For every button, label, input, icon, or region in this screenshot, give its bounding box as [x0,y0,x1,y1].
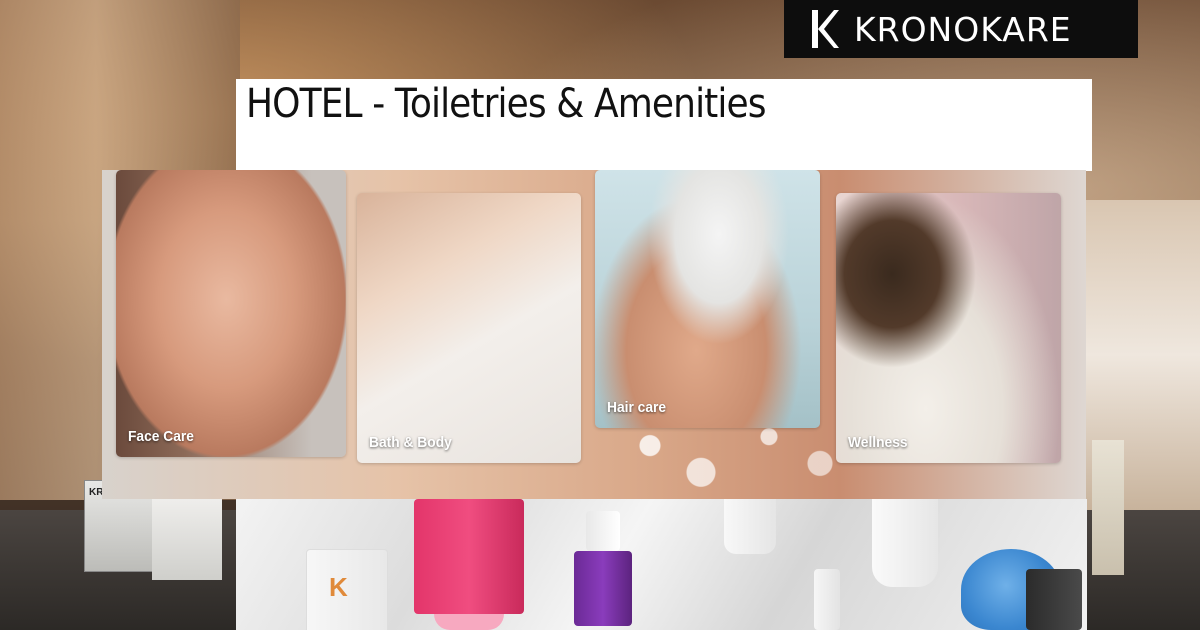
category-label: Face Care [128,428,194,445]
title-panel: HOTEL - Toiletries & Amenities [236,79,1092,171]
background-product-box [1092,440,1124,575]
kronokare-k-icon [812,10,839,48]
product-tube: K [306,549,388,630]
product-box: SHOWBX [152,485,222,580]
category-label: Hair care [607,399,667,416]
product-bag [1026,569,1082,630]
page-title: HOTEL - Toiletries & Amenities [246,81,766,127]
product-bottle-cap [586,511,620,551]
category-strip: Face Care Bath & Body Hair care Wellness [102,170,1086,499]
product-white-vial [814,569,840,630]
product-shower-gel [414,499,524,614]
product-white-bottle [872,499,938,587]
product-purple-bottle [574,551,632,626]
category-card-bath-body[interactable]: Bath & Body [357,193,581,463]
products-showcase: K [236,499,1087,630]
product-white-bottle [724,499,776,554]
k-logo-icon: K [329,572,348,602]
brand-logo[interactable]: KRONOKARE [784,0,1138,58]
category-card-hair-care[interactable]: Hair care [595,170,820,428]
category-card-face-care[interactable]: Face Care [116,170,346,457]
category-label: Wellness [848,434,908,451]
category-card-wellness[interactable]: Wellness [836,193,1061,463]
category-label: Bath & Body [369,434,452,451]
product-shower-gel-cap [434,614,504,630]
brand-name: KRONOKARE [854,9,1072,49]
